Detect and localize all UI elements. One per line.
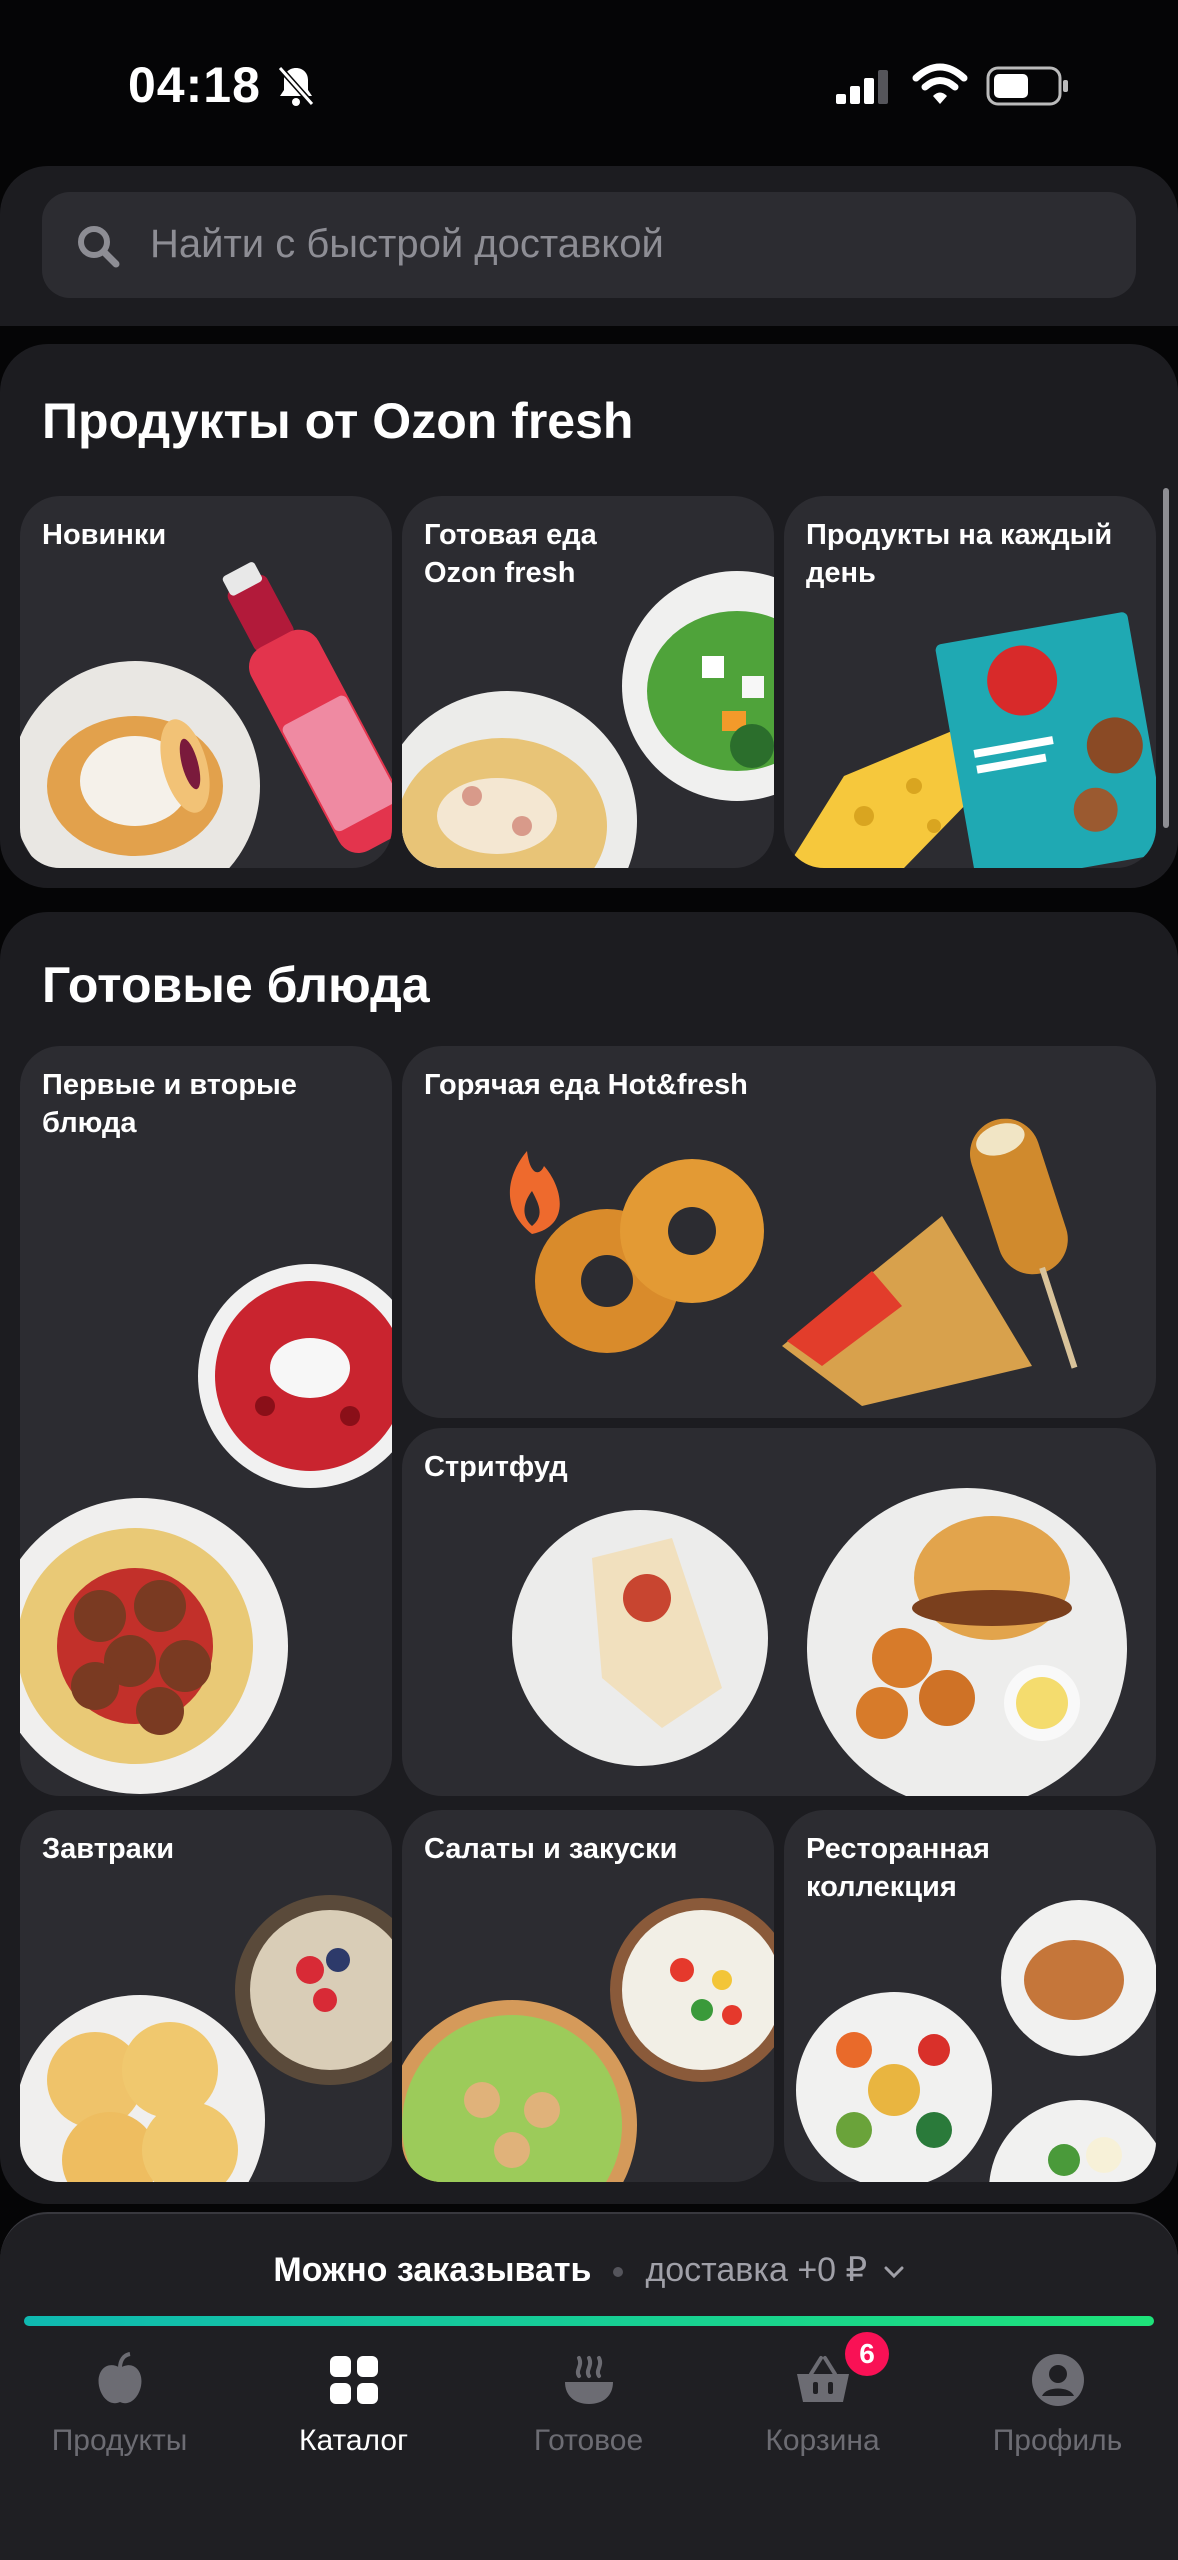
nav-label: Готовое bbox=[533, 2424, 644, 2457]
category-card-salads-snacks[interactable]: Салаты и закуски bbox=[402, 1810, 774, 2182]
delivery-progress-fill bbox=[24, 2316, 1154, 2326]
section-title: Готовые блюда bbox=[42, 957, 430, 1013]
chevron-down-icon bbox=[884, 2266, 904, 2279]
separator-dot bbox=[613, 2267, 624, 2278]
delivery-info[interactable]: Можно заказывать доставка +0 ₽ bbox=[0, 2250, 1178, 2290]
category-card-ready-food-ozon-fresh[interactable]: Готовая еда Ozon fresh bbox=[402, 496, 774, 868]
section-ready-meals: Готовые блюда Первые и вторые блюда Горя… bbox=[0, 912, 1178, 2204]
card-label: Горячая еда Hot&fresh bbox=[424, 1069, 748, 1101]
card-label: Продукты на каждый день bbox=[806, 519, 1113, 589]
card-label: Завтраки bbox=[42, 1833, 175, 1865]
grid-icon bbox=[330, 2356, 378, 2404]
nav-item-profile[interactable]: Профиль bbox=[940, 2338, 1175, 2478]
apple-icon bbox=[98, 2352, 142, 2404]
category-card-streetfood[interactable]: Стритфуд bbox=[402, 1428, 1156, 1796]
nav-label: Профиль bbox=[992, 2424, 1123, 2457]
search-placeholder: Найти с быстрой доставкой bbox=[150, 222, 664, 266]
card-label: Первые и вторые блюда bbox=[42, 1069, 297, 1139]
delivery-status: Можно заказывать bbox=[273, 2251, 592, 2289]
card-label: Стритфуд bbox=[424, 1451, 568, 1483]
card-label: Готовая еда Ozon fresh bbox=[424, 519, 597, 589]
card-image bbox=[20, 1264, 392, 1794]
basket-icon bbox=[797, 2356, 849, 2402]
category-card-restaurant-collection[interactable]: Ресторанная коллекция bbox=[784, 1810, 1156, 2182]
search-panel: Найти с быстрой доставкой bbox=[0, 166, 1178, 326]
wifi-icon bbox=[912, 63, 968, 104]
search-icon bbox=[78, 226, 120, 268]
signal-icon bbox=[836, 70, 888, 104]
status-bar: 04:18 bbox=[0, 0, 1178, 160]
category-card-first-second-courses[interactable]: Первые и вторые блюда bbox=[20, 1046, 392, 1796]
section-title: Продукты от Ozon fresh bbox=[42, 393, 634, 449]
scroll-indicator[interactable] bbox=[1163, 488, 1169, 828]
bell-slash-icon bbox=[277, 66, 315, 106]
nav-item-products[interactable]: Продукты bbox=[2, 2338, 237, 2478]
cart-badge: 6 bbox=[845, 2332, 889, 2376]
card-label: Салаты и закуски bbox=[424, 1833, 678, 1865]
delivery-cost: доставка +0 ₽ bbox=[645, 2251, 868, 2289]
battery-icon bbox=[986, 66, 1068, 106]
nav-item-ready[interactable]: Готовое bbox=[471, 2338, 706, 2478]
category-card-hot-fresh[interactable]: Горячая еда Hot&fresh bbox=[402, 1046, 1156, 1418]
category-card-everyday-products[interactable]: Продукты на каждый день bbox=[784, 496, 1156, 868]
nav-item-cart[interactable]: 6 Корзина bbox=[705, 2332, 940, 2478]
category-card-breakfasts[interactable]: Завтраки bbox=[20, 1810, 392, 2182]
delivery-progress bbox=[24, 2316, 1154, 2326]
nav-label: Каталог bbox=[298, 2424, 409, 2457]
search-input[interactable]: Найти с быстрой доставкой bbox=[42, 192, 1136, 298]
profile-icon bbox=[1032, 2354, 1084, 2406]
section-ozon-fresh: Продукты от Ozon fresh Новинки Готовая е… bbox=[0, 344, 1178, 888]
nav-item-catalog[interactable]: Каталог bbox=[236, 2338, 471, 2478]
nav-label: Корзина bbox=[765, 2424, 880, 2457]
bottom-nav: Продукты Каталог Готовое 6 Корзина Профи… bbox=[0, 2332, 1178, 2560]
hot-dish-icon bbox=[565, 2356, 613, 2404]
card-label: Новинки bbox=[42, 519, 167, 551]
nav-label: Продукты bbox=[51, 2424, 188, 2457]
category-card-new[interactable]: Новинки bbox=[20, 496, 392, 868]
status-time: 04:18 bbox=[128, 57, 261, 113]
card-label: Ресторанная коллекция bbox=[806, 1833, 990, 1903]
